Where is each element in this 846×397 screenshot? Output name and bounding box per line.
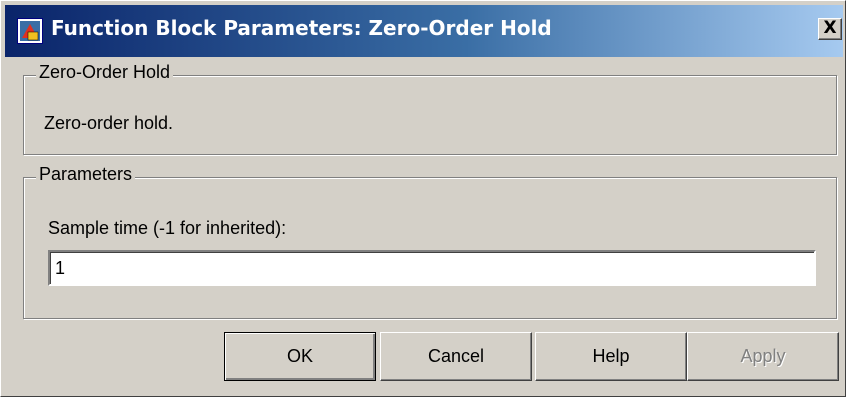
parameters-group-legend: Parameters (36, 164, 136, 185)
help-button[interactable]: Help (535, 332, 687, 381)
title-bar[interactable]: Function Block Parameters: Zero-Order Ho… (5, 5, 843, 57)
block-description: Zero-order hold. (44, 113, 174, 133)
dialog-window: Function Block Parameters: Zero-Order Ho… (0, 0, 846, 397)
cancel-button[interactable]: Cancel (380, 332, 532, 381)
ok-button[interactable]: OK (224, 332, 376, 381)
apply-button[interactable]: Apply (687, 332, 839, 381)
window-title: Function Block Parameters: Zero-Order Ho… (51, 16, 552, 40)
parameters-group: Parameters Sample time (-1 for inherited… (23, 164, 837, 319)
description-group: Zero-Order Hold Zero-order hold. (23, 62, 837, 155)
sample-time-label: Sample time (-1 for inherited): (48, 218, 287, 238)
close-button[interactable]: X (818, 18, 842, 40)
simulink-block-icon (17, 18, 43, 44)
description-group-legend: Zero-Order Hold (36, 62, 174, 83)
sample-time-input[interactable] (48, 250, 816, 286)
